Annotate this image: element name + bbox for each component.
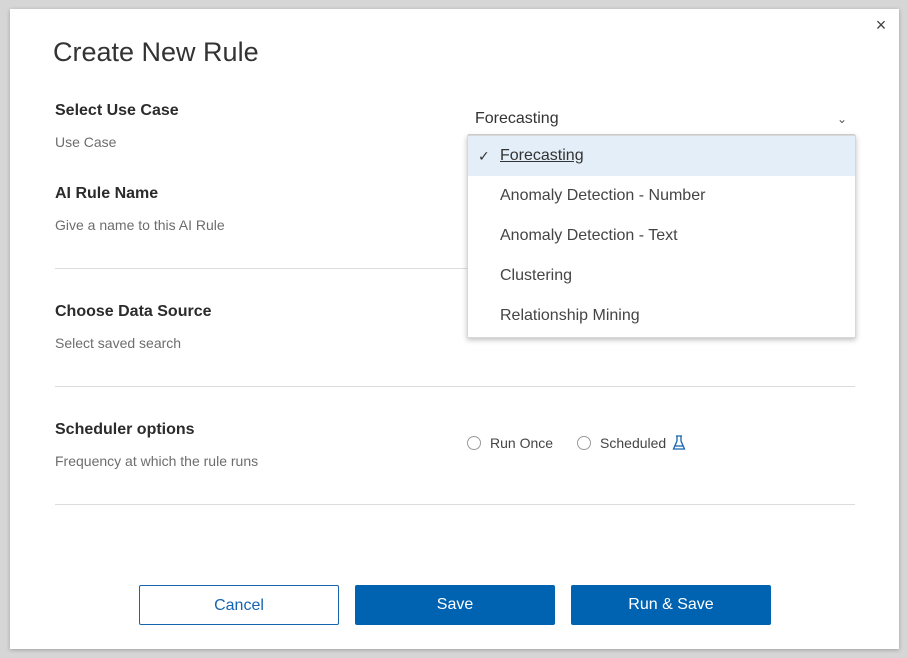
- create-rule-dialog: × Create New Rule Select Use Case Use Ca…: [10, 9, 899, 649]
- flask-icon: [672, 435, 686, 450]
- scheduler-label: Scheduler options: [55, 421, 195, 438]
- cancel-button[interactable]: Cancel: [139, 585, 339, 625]
- rule-name-description: Give a name to this AI Rule: [55, 217, 225, 233]
- use-case-label: Select Use Case: [55, 102, 179, 119]
- divider: [55, 386, 855, 387]
- use-case-option[interactable]: Clustering: [468, 256, 855, 296]
- run-once-radio[interactable]: Run Once: [467, 435, 553, 451]
- data-source-label: Choose Data Source: [55, 303, 212, 320]
- rule-name-label: AI Rule Name: [55, 185, 159, 202]
- use-case-description: Use Case: [55, 134, 117, 150]
- use-case-select-value: Forecasting: [475, 110, 559, 127]
- chevron-down-icon: ⌄: [836, 112, 847, 126]
- close-icon[interactable]: ×: [873, 16, 889, 34]
- use-case-option[interactable]: Anomaly Detection - Number: [468, 176, 855, 216]
- scheduler-radio-group: Run Once Scheduled: [467, 435, 686, 451]
- use-case-dropdown: ✓ Forecasting Anomaly Detection - Number…: [467, 135, 856, 338]
- scheduled-radio[interactable]: Scheduled: [577, 435, 686, 451]
- use-case-option[interactable]: Relationship Mining: [468, 296, 855, 336]
- dialog-title: Create New Rule: [53, 37, 259, 67]
- scheduler-description: Frequency at which the rule runs: [55, 453, 259, 469]
- use-case-option[interactable]: ✓ Forecasting: [468, 136, 855, 176]
- divider: [55, 504, 855, 505]
- use-case-select[interactable]: Forecasting ⌄: [468, 105, 855, 135]
- data-source-description: Select saved search: [55, 335, 182, 351]
- use-case-option[interactable]: Anomaly Detection - Text: [468, 216, 855, 256]
- run-and-save-button[interactable]: Run & Save: [571, 585, 771, 625]
- save-button[interactable]: Save: [355, 585, 555, 625]
- radio-circle: [467, 436, 481, 450]
- check-icon: ✓: [478, 148, 490, 164]
- radio-circle: [577, 436, 592, 450]
